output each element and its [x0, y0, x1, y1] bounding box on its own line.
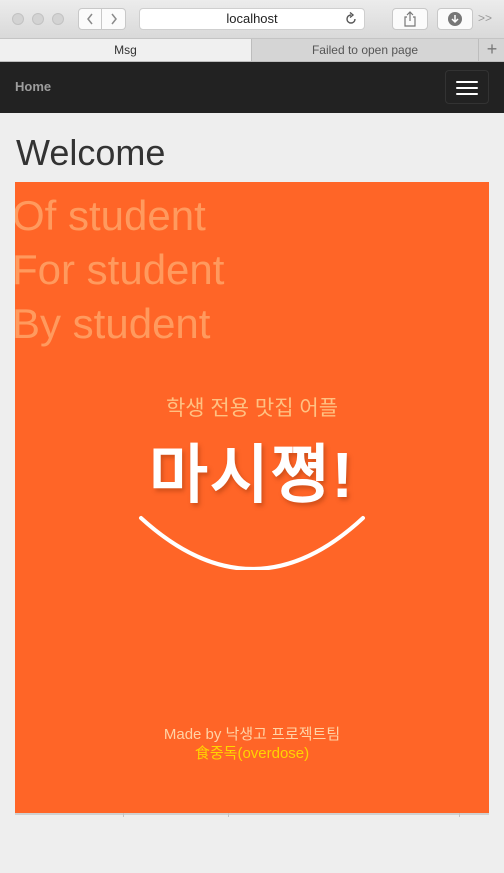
poster-subtitle: 학생 전용 맛집 어플 [165, 397, 339, 420]
downloads-button[interactable] [437, 8, 473, 30]
minimize-window-icon[interactable] [32, 13, 44, 25]
tab-msg[interactable]: Msg [0, 39, 252, 61]
team-name: 食중독(overdose) [194, 745, 310, 762]
navbar-toggle-button[interactable] [445, 70, 489, 104]
share-icon [404, 11, 416, 27]
poster-bottom-border [15, 813, 489, 817]
smile-curve-icon [139, 516, 365, 570]
site-navbar: Home [0, 62, 504, 113]
navbar-brand-home[interactable]: Home [15, 79, 51, 94]
chevron-left-icon [87, 13, 93, 25]
poster-credit: Made by 낙생고 프로젝트팀 [163, 726, 341, 743]
tab-bar: Msg Failed to open page + [0, 39, 504, 62]
share-button[interactable] [392, 8, 428, 30]
browser-titlebar: localhost >> [0, 0, 504, 39]
address-url: localhost [226, 11, 278, 26]
slogan-line: By student [15, 300, 211, 347]
tab-failed-page[interactable]: Failed to open page [252, 39, 479, 61]
slogan-line: For student [15, 246, 225, 293]
close-window-icon[interactable] [12, 13, 24, 25]
forward-button[interactable] [102, 8, 126, 30]
page-title: Welcome [16, 132, 166, 173]
address-bar[interactable]: localhost [139, 8, 365, 30]
poster-image: Of student For student By student 학생 전용 … [15, 182, 489, 814]
reload-icon[interactable] [344, 11, 358, 32]
history-buttons [78, 8, 126, 30]
back-button[interactable] [78, 8, 102, 30]
chevron-right-icon [110, 13, 117, 25]
app-name-title: 마시쪙! [149, 439, 355, 511]
more-chevron-icon[interactable]: >> [478, 11, 492, 25]
hamburger-icon [456, 81, 478, 83]
zoom-window-icon[interactable] [52, 13, 64, 25]
slogan-line: Of student [15, 192, 206, 239]
download-icon [448, 12, 462, 26]
new-tab-button[interactable]: + [480, 39, 504, 61]
